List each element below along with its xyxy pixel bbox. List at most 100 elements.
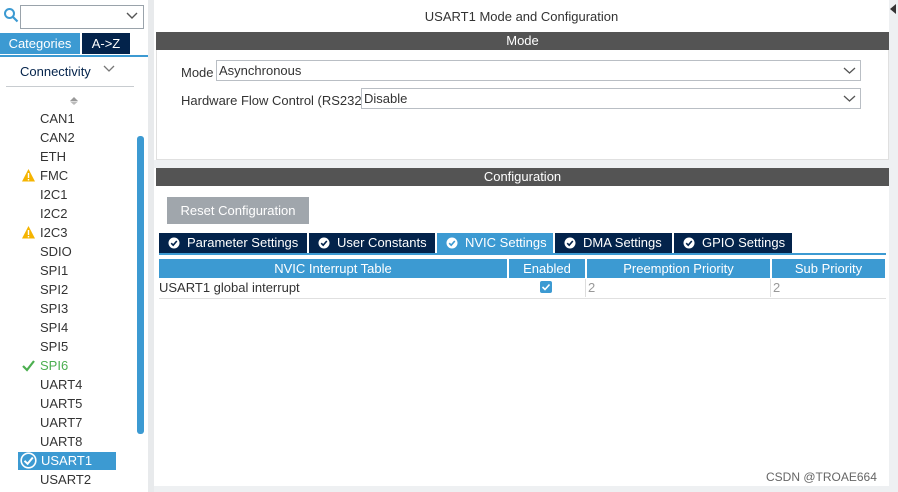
list-item-label: SPI5	[40, 339, 69, 354]
list-item[interactable]: USART2	[0, 470, 140, 489]
list-item-label: CAN1	[40, 111, 75, 126]
mode-label: Mode	[181, 65, 214, 80]
checkmark-circle-icon	[20, 452, 37, 469]
enabled-checkbox[interactable]	[540, 281, 552, 293]
section-header-connectivity[interactable]: Connectivity	[0, 58, 140, 84]
tab-user-constants[interactable]: User Constants	[309, 233, 435, 253]
chevron-down-icon	[103, 65, 115, 72]
configuration-panel: USART1 Mode and Configuration Mode Mode …	[154, 0, 898, 492]
list-item-label: SPI4	[40, 320, 69, 335]
cell-sub-priority[interactable]: 2	[770, 279, 885, 297]
category-panel: Categories A->Z Connectivity CAN1 CAN2 E…	[0, 0, 148, 492]
search-row	[0, 2, 148, 30]
list-item[interactable]: SPI1	[0, 261, 140, 280]
list-item-label: USART2	[40, 472, 92, 487]
tab-label: NVIC Settings	[465, 235, 547, 250]
list-item-label: ETH	[40, 149, 66, 164]
column-header-sub-priority[interactable]: Sub Priority	[772, 259, 885, 278]
chevron-down-icon[interactable]	[125, 9, 139, 23]
list-item-selected[interactable]: USART1	[0, 451, 140, 470]
list-item[interactable]: CAN2	[0, 128, 140, 147]
list-item-label: UART8	[40, 434, 83, 449]
list-item-label: USART1	[41, 453, 93, 468]
list-item[interactable]: I2C1	[0, 185, 140, 204]
list-item-label: I2C2	[40, 206, 68, 221]
checkmark-icon	[22, 360, 35, 372]
list-item-label: UART4	[40, 377, 83, 392]
list-item[interactable]: SPI5	[0, 337, 140, 356]
tab-label: GPIO Settings	[702, 235, 786, 250]
search-icon[interactable]	[3, 7, 19, 23]
row-divider	[159, 298, 886, 299]
right-collapse-strip[interactable]	[889, 0, 898, 492]
reset-configuration-button[interactable]: Reset Configuration	[167, 197, 309, 224]
sidebar-scrollbar[interactable]	[137, 136, 144, 434]
bottom-edge	[154, 486, 889, 492]
list-item[interactable]: SPI4	[0, 318, 140, 337]
peripheral-list: CAN1 CAN2 ETH FMC I2C1 I2C2 I2C3 SDIO SP…	[0, 109, 140, 489]
section-divider	[6, 86, 134, 87]
checkmark-circle-icon	[446, 237, 458, 249]
category-tabs-underline	[0, 55, 148, 57]
scroll-up-icon[interactable]	[69, 95, 79, 107]
list-item-label: CAN2	[40, 130, 75, 145]
tab-label: User Constants	[337, 235, 427, 250]
list-item-label: SPI2	[40, 282, 69, 297]
list-item[interactable]: SPI6	[0, 356, 140, 375]
list-item[interactable]: UART4	[0, 375, 140, 394]
configuration-header: Configuration	[156, 168, 889, 186]
nvic-interrupt-table: NVIC Interrupt Table Enabled Preemption …	[159, 258, 886, 299]
mode-select-value: Asynchronous	[219, 63, 302, 78]
chevron-down-icon	[843, 95, 856, 102]
chevron-left-icon[interactable]	[890, 4, 897, 14]
section-label: Connectivity	[20, 64, 91, 79]
column-header-preemption-priority[interactable]: Preemption Priority	[587, 259, 770, 278]
column-header-interrupt[interactable]: NVIC Interrupt Table	[159, 259, 507, 278]
list-item-label: SPI6	[40, 358, 69, 373]
tab-label: Parameter Settings	[187, 235, 299, 250]
list-item[interactable]: UART7	[0, 413, 140, 432]
warning-icon	[22, 169, 35, 182]
list-item[interactable]: FMC	[0, 166, 140, 185]
tab-a-to-z[interactable]: A->Z	[82, 33, 130, 54]
tab-nvic-settings[interactable]: NVIC Settings	[437, 233, 553, 253]
checkmark-circle-icon	[318, 237, 330, 249]
list-item[interactable]: ETH	[0, 147, 140, 166]
flow-control-label: Hardware Flow Control (RS232)	[181, 93, 366, 108]
list-item[interactable]: I2C2	[0, 204, 140, 223]
list-item[interactable]: SDIO	[0, 242, 140, 261]
tab-label: DMA Settings	[583, 235, 662, 250]
checkmark-circle-icon	[168, 237, 180, 249]
list-item-label: I2C3	[40, 225, 68, 240]
list-item-label: UART7	[40, 415, 83, 430]
watermark: CSDN @TROAE664	[766, 470, 877, 484]
checkmark-icon	[541, 283, 551, 291]
tab-parameter-settings[interactable]: Parameter Settings	[159, 233, 307, 253]
checkmark-circle-icon	[564, 237, 576, 249]
mode-select[interactable]: Asynchronous	[216, 60, 861, 81]
list-item-label: UART5	[40, 396, 83, 411]
list-item[interactable]: SPI3	[0, 299, 140, 318]
list-item[interactable]: SPI2	[0, 280, 140, 299]
column-header-enabled[interactable]: Enabled	[509, 259, 585, 278]
search-input[interactable]	[20, 5, 144, 29]
list-item[interactable]: UART5	[0, 394, 140, 413]
list-item-label: SPI3	[40, 301, 69, 316]
list-item-label: SPI1	[40, 263, 69, 278]
app-root: Categories A->Z Connectivity CAN1 CAN2 E…	[0, 0, 898, 492]
tabs-underline	[159, 253, 886, 255]
category-tabs: Categories A->Z	[0, 33, 148, 55]
list-item[interactable]: I2C3	[0, 223, 140, 242]
chevron-down-icon	[843, 67, 856, 74]
warning-icon	[22, 226, 35, 239]
tab-gpio-settings[interactable]: GPIO Settings	[674, 233, 792, 253]
tab-categories[interactable]: Categories	[0, 33, 80, 54]
page-title: USART1 Mode and Configuration	[424, 9, 619, 24]
list-item[interactable]: UART8	[0, 432, 140, 451]
list-item[interactable]: CAN1	[0, 109, 140, 128]
tab-dma-settings[interactable]: DMA Settings	[555, 233, 672, 253]
cell-preemption-priority[interactable]: 2	[585, 279, 770, 297]
flow-control-select-value: Disable	[364, 91, 408, 106]
flow-control-select[interactable]: Disable	[361, 88, 861, 109]
list-item-label: SDIO	[40, 244, 72, 259]
